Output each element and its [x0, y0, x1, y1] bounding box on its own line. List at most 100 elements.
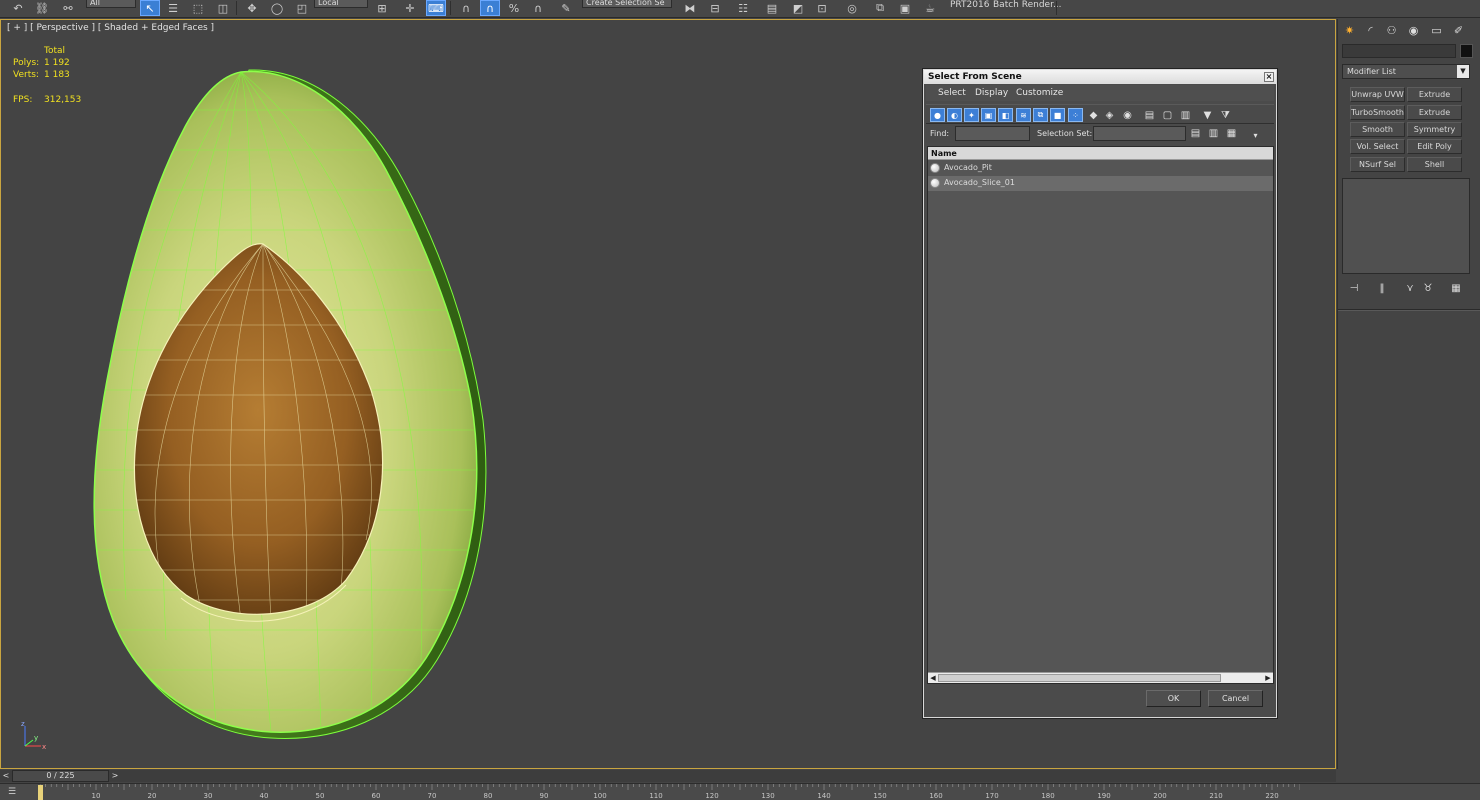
display-lights-icon[interactable]: ✦ [964, 108, 979, 122]
rectangular-selection-icon[interactable]: ⬚ [188, 0, 208, 16]
modifier-button-nsurf-sel[interactable]: NSurf Sel [1350, 157, 1405, 172]
select-by-name-icon[interactable]: ☰ [163, 0, 183, 16]
display-bones-icon[interactable]: ⁘ [1068, 108, 1083, 122]
edit-named-selection-icon[interactable]: ✎ [556, 0, 576, 16]
link-icon[interactable]: ⛓ [32, 0, 52, 16]
timeline-ruler[interactable]: 10 20 30 40 50 60 70 80 90 100 110 120 130 140 150 160 1… [40, 784, 1300, 800]
align-icon[interactable]: ⊟ [705, 0, 725, 16]
remove-modifier-icon[interactable]: ♉ [1420, 281, 1436, 295]
display-tab-icon[interactable]: ▭ [1428, 22, 1445, 39]
object-color-swatch[interactable] [1460, 44, 1473, 58]
modifier-button-vol-select[interactable]: Vol. Select [1350, 139, 1405, 154]
configure-modifier-sets-icon[interactable]: ▦ [1448, 281, 1464, 295]
schematic-view-icon[interactable]: ⊡ [812, 0, 832, 16]
modifier-button-extrude-2[interactable]: Extrude [1407, 105, 1462, 120]
list-item[interactable]: Avocado_Pit [928, 161, 1273, 176]
modifier-button-edit-poly[interactable]: Edit Poly [1407, 139, 1462, 154]
track-bar[interactable]: ☰ 10 20 30 40 50 60 70 80 90 100 110 120 130 140 150 16… [0, 783, 1480, 800]
bind-space-warp-icon[interactable]: ⚯ [58, 0, 78, 16]
modifier-button-extrude[interactable]: Extrude [1407, 87, 1462, 102]
show-end-result-icon[interactable]: ‖ [1374, 281, 1390, 295]
select-none-icon[interactable]: ▢ [1160, 108, 1175, 122]
curve-editor-icon[interactable]: ◩ [788, 0, 808, 16]
remove-from-selection-set-icon[interactable]: ▦ [1224, 126, 1239, 140]
create-selection-set-icon[interactable]: ▤ [1188, 126, 1203, 140]
display-groups-icon[interactable]: ⧉ [1033, 108, 1048, 122]
pivot-center-icon[interactable]: ⊞ [372, 0, 392, 16]
display-helpers-icon[interactable]: ◧ [998, 108, 1013, 122]
list-item[interactable]: Avocado_Slice_01 [928, 176, 1273, 191]
time-slider[interactable]: 0 / 225 [12, 770, 109, 782]
selection-set-dropdown[interactable] [1093, 126, 1186, 141]
graphite-tools-icon[interactable]: ▤ [762, 0, 782, 16]
layer-manager-icon[interactable]: ☷ [733, 0, 753, 16]
display-shapes-icon[interactable]: ◐ [947, 108, 962, 122]
filter-icon[interactable]: ▼ [1200, 108, 1215, 122]
ok-button[interactable]: OK [1146, 690, 1201, 707]
select-manipulate-icon[interactable]: ✛ [400, 0, 420, 16]
display-hidden-icon[interactable]: ◉ [1120, 108, 1135, 122]
keyboard-shortcut-override-icon[interactable]: ⌨ [426, 0, 446, 16]
render-production-icon[interactable]: ☕ [920, 0, 940, 16]
menu-customize[interactable]: Customize [1016, 88, 1063, 98]
cancel-button[interactable]: Cancel [1208, 690, 1263, 707]
reference-coordinate-dropdown[interactable]: Local [314, 0, 368, 8]
display-space-warps-icon[interactable]: ≋ [1016, 108, 1031, 122]
horizontal-scrollbar[interactable]: ◀ ▶ [928, 672, 1273, 683]
previous-frame-icon[interactable]: < [1, 770, 11, 782]
project-label[interactable]: PRT2016 [950, 0, 989, 10]
hierarchy-tab-icon[interactable]: ⚇ [1383, 22, 1400, 39]
modifier-button-turbosmooth[interactable]: TurboSmooth [1350, 105, 1405, 120]
pin-stack-icon[interactable]: ⊣ [1346, 281, 1362, 295]
next-frame-icon[interactable]: > [110, 770, 120, 782]
rendered-frame-window-icon[interactable]: ▣ [895, 0, 915, 16]
modifier-button-unwrap-uvw[interactable]: Unwrap UVW [1350, 87, 1405, 102]
modify-tab-icon[interactable]: ◜ [1362, 22, 1379, 39]
close-icon[interactable]: × [1264, 72, 1274, 82]
dialog-title[interactable]: Select From Scene × [924, 70, 1276, 84]
window-crossing-icon[interactable]: ◫ [213, 0, 233, 16]
select-rotate-icon[interactable]: ◯ [267, 0, 287, 16]
create-tab-icon[interactable]: ✷ [1341, 22, 1358, 39]
modifier-button-smooth[interactable]: Smooth [1350, 122, 1405, 137]
batch-render-button[interactable]: Batch Render... [993, 0, 1062, 10]
make-unique-icon[interactable]: ⋎ [1402, 281, 1418, 295]
display-geometry-icon[interactable]: ● [930, 108, 945, 122]
chevron-down-icon[interactable]: ▾ [1248, 128, 1263, 142]
select-move-icon[interactable]: ✥ [242, 0, 262, 16]
spinner-snap-icon[interactable]: ∩ [528, 0, 548, 16]
modifier-stack[interactable] [1342, 178, 1470, 274]
modifier-button-symmetry[interactable]: Symmetry [1407, 122, 1462, 137]
modifier-list-dropdown[interactable]: Modifier List ▼ [1342, 64, 1470, 79]
undo-icon[interactable]: ↶ [8, 0, 28, 16]
modifier-button-shell[interactable]: Shell [1407, 157, 1462, 172]
find-input[interactable] [955, 126, 1030, 141]
selection-filter-dropdown[interactable]: All [86, 0, 136, 8]
select-scale-icon[interactable]: ◰ [292, 0, 312, 16]
display-containers-icon[interactable]: ◆ [1086, 108, 1101, 122]
mirror-icon[interactable]: ⧓ [680, 0, 700, 16]
avocado-model[interactable] [1, 20, 601, 760]
percent-snap-icon[interactable]: % [504, 0, 524, 16]
current-frame-marker[interactable] [38, 785, 43, 800]
angle-snap-icon[interactable]: ∩ [480, 0, 500, 16]
scrollbar-thumb[interactable] [938, 674, 1221, 682]
mini-curve-editor-icon[interactable]: ☰ [8, 787, 22, 798]
scene-object-list[interactable]: Name Avocado_Pit Avocado_Slice_01 ◀ ▶ [927, 146, 1274, 684]
display-xrefs-icon[interactable]: ■ [1050, 108, 1065, 122]
select-invert-icon[interactable]: ▥ [1178, 108, 1193, 122]
object-name-field[interactable] [1342, 44, 1456, 58]
material-editor-icon[interactable]: ◎ [842, 0, 862, 16]
utilities-tab-icon[interactable]: ✐ [1450, 22, 1467, 39]
motion-tab-icon[interactable]: ◉ [1405, 22, 1422, 39]
display-frozen-icon[interactable]: ◈ [1102, 108, 1117, 122]
named-selection-dropdown[interactable]: Create Selection Se [582, 0, 672, 8]
scroll-right-icon[interactable]: ▶ [1263, 673, 1273, 683]
menu-display[interactable]: Display [975, 88, 1008, 98]
render-setup-icon[interactable]: ⧉ [870, 0, 890, 16]
select-object-icon[interactable]: ↖ [140, 0, 160, 16]
menu-select[interactable]: Select [938, 88, 966, 98]
scroll-left-icon[interactable]: ◀ [928, 673, 938, 683]
display-cameras-icon[interactable]: ▣ [981, 108, 996, 122]
select-all-icon[interactable]: ▤ [1142, 108, 1157, 122]
